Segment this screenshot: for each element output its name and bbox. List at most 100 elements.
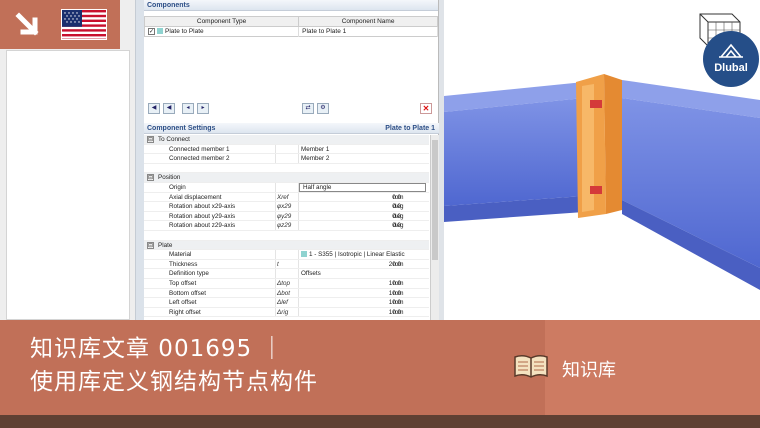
- bottom-strip: [0, 415, 760, 428]
- group-label: Position: [158, 174, 181, 182]
- property-symbol: φz29: [277, 222, 292, 230]
- property-value-text: Member 1: [301, 145, 330, 153]
- grid-line: [298, 307, 299, 317]
- settings-row[interactable]: Thickness t 20.0 mm: [144, 259, 429, 270]
- article-number: 知识库文章 001695 ｜: [30, 336, 285, 362]
- property-label: Bottom offset: [169, 289, 206, 297]
- grid-line: [275, 259, 276, 269]
- grid-line: [275, 250, 276, 259]
- property-value[interactable]: Member 2: [301, 154, 329, 164]
- settings-row[interactable]: Top offset Δtop 10.0 mm: [144, 278, 429, 289]
- settings-component-name: Plate to Plate 1: [385, 125, 435, 132]
- settings-row[interactable]: Rotation about x29-axis φx29 0.0 deg: [144, 202, 429, 212]
- move-last-icon[interactable]: ▸: [197, 103, 209, 114]
- column-component-type[interactable]: Component Type: [143, 16, 300, 27]
- property-unit: deg: [393, 222, 404, 230]
- property-unit: deg: [393, 212, 404, 220]
- property-value[interactable]: Offsets: [301, 269, 321, 279]
- grid-line: [298, 250, 299, 259]
- grid-line: [275, 278, 276, 288]
- grid-line: [298, 154, 299, 163]
- settings-row[interactable]: Right offset Δrig 10.0 mm: [144, 307, 429, 318]
- grid-line: [298, 144, 299, 154]
- component-color-icon: [157, 28, 163, 35]
- property-value[interactable]: 10.0: [301, 279, 401, 289]
- material-color-icon: [301, 251, 307, 258]
- property-unit: deg: [393, 203, 404, 211]
- settings-scrollbar[interactable]: [430, 135, 439, 320]
- collapse-icon[interactable]: ⊟: [147, 136, 154, 143]
- scrollbar-thumb[interactable]: [432, 140, 438, 260]
- property-value[interactable]: 0.0: [301, 202, 401, 212]
- property-unit: mm: [393, 193, 404, 201]
- components-header: Components: [144, 0, 438, 11]
- property-value-text: 1 - S355 | Isotropic | Linear Elastic: [309, 251, 405, 259]
- property-value[interactable]: 20.0: [301, 260, 401, 270]
- book-icon: [513, 354, 549, 380]
- group-label: Plate: [158, 241, 173, 249]
- settings-row[interactable]: Left offset Δlef 10.0 mm: [144, 298, 429, 308]
- property-label: Top offset: [169, 279, 197, 287]
- property-label: Material: [169, 251, 192, 259]
- delete-icon[interactable]: ✕: [420, 103, 432, 114]
- origin-field[interactable]: Half angle: [299, 182, 426, 192]
- table-row[interactable]: ✓ Plate to Plate Plate to Plate 1: [144, 26, 438, 37]
- settings-group-row[interactable]: ⊟ Plate: [144, 240, 429, 251]
- property-unit: mm: [393, 289, 404, 297]
- settings-row[interactable]: Bottom offset Δbot 10.0 mm: [144, 288, 429, 299]
- collapse-icon[interactable]: ⊟: [147, 241, 154, 249]
- logo-text: Dlubal: [714, 62, 748, 74]
- collapse-icon[interactable]: ⊟: [147, 174, 154, 182]
- property-symbol: φy29: [277, 212, 292, 220]
- property-label: Rotation about z29-axis: [169, 222, 236, 230]
- library-icon[interactable]: ⚙: [317, 103, 329, 114]
- panel-splitter[interactable]: [135, 0, 144, 320]
- grid-line: [298, 259, 299, 269]
- property-value-text: Member 2: [301, 155, 330, 163]
- move-up-icon[interactable]: ◀: [148, 103, 160, 114]
- language-badge: [0, 0, 120, 49]
- components-table: Component Type Component Name ✓ Plate to …: [143, 16, 438, 37]
- component-panel: Components Component Type Component Name…: [143, 0, 439, 320]
- grid-line: [298, 221, 299, 230]
- move-first-icon[interactable]: ◂: [182, 103, 194, 114]
- settings-row[interactable]: Material 1 - S355 | Isotropic | Linear El…: [144, 250, 429, 260]
- property-value[interactable]: 10.0: [301, 308, 401, 318]
- grid-line: [298, 269, 299, 278]
- settings-row[interactable]: Origin Half angle: [144, 182, 429, 193]
- property-symbol: Xref: [277, 193, 289, 201]
- property-value[interactable]: 10.0: [301, 289, 401, 299]
- settings-row[interactable]: Connected member 1 Member 1: [144, 144, 429, 155]
- settings-header: Component Settings Plate to Plate 1: [144, 123, 439, 134]
- dlubal-logo: Dlubal: [703, 31, 759, 87]
- property-value[interactable]: 1 - S355 | Isotropic | Linear Elastic: [301, 250, 405, 260]
- knowledge-base-label[interactable]: 知识库: [562, 356, 616, 382]
- settings-row: [144, 164, 429, 174]
- settings-row[interactable]: Definition type Offsets: [144, 269, 429, 279]
- property-label: Rotation about y29-axis: [169, 212, 236, 220]
- grid-line: [275, 269, 276, 278]
- grid-line: [275, 288, 276, 298]
- row-checkbox[interactable]: ✓: [148, 27, 155, 35]
- settings-row[interactable]: Rotation about y29-axis φy29 0.0 deg: [144, 211, 429, 222]
- property-label: Rotation about x29-axis: [169, 203, 236, 211]
- property-value[interactable]: Member 1: [301, 145, 329, 155]
- column-component-name[interactable]: Component Name: [298, 16, 438, 27]
- grid-line: [298, 288, 299, 298]
- grid-line: [275, 298, 276, 307]
- move-down-icon[interactable]: ◀: [163, 103, 175, 114]
- settings-row[interactable]: Rotation about z29-axis φz29 0.0 deg: [144, 221, 429, 231]
- import-icon[interactable]: ⇄: [302, 103, 314, 114]
- property-label: Connected member 2: [169, 155, 230, 163]
- grid-line: [275, 211, 276, 221]
- property-value[interactable]: 0.0: [301, 212, 401, 222]
- property-value[interactable]: 0.0: [301, 221, 401, 231]
- settings-grid: ⊟ To Connect Connected member 1 Member 1 Con…: [144, 135, 429, 320]
- property-value[interactable]: 10.0: [301, 298, 401, 308]
- settings-row[interactable]: Connected member 2 Member 2: [144, 154, 429, 164]
- settings-row[interactable]: Axial displacement Xref 0.0 mm: [144, 192, 429, 203]
- settings-group-row[interactable]: ⊟ Position: [144, 173, 429, 183]
- settings-group-row[interactable]: ⊟ To Connect: [144, 135, 429, 145]
- property-value[interactable]: 0.0: [301, 193, 401, 203]
- grid-line: [275, 192, 276, 202]
